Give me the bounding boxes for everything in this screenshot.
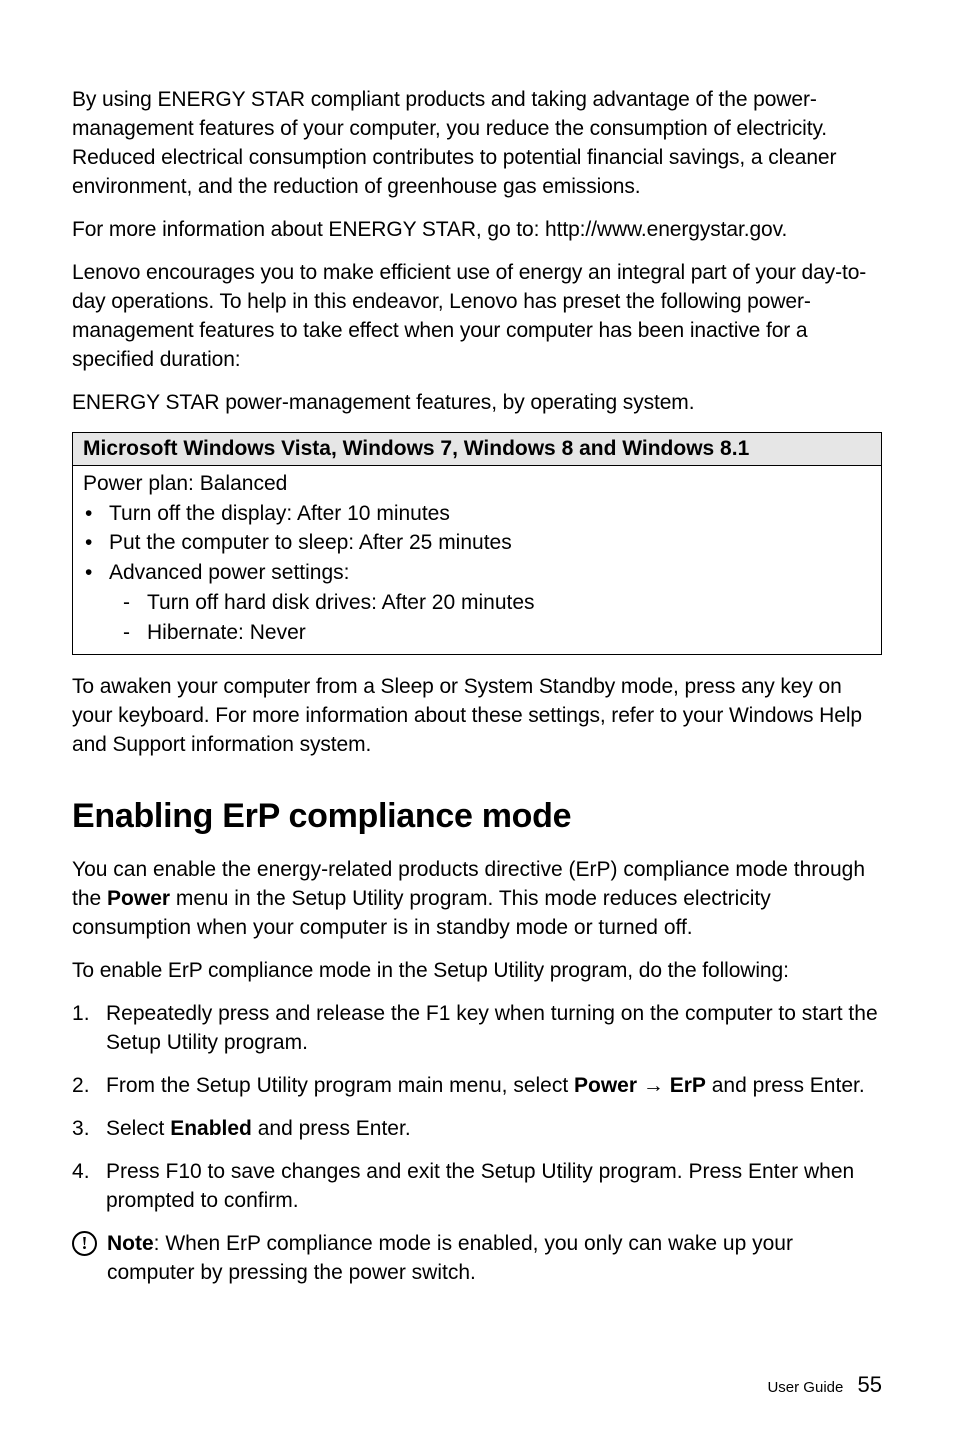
table-body: Power plan: Balanced Turn off the displa… [73,466,881,654]
step-item: Press F10 to save changes and exit the S… [72,1158,882,1216]
note-text: Note: When ErP compliance mode is enable… [107,1230,882,1288]
inline-bold: Power [574,1074,637,1097]
step-text: Select [106,1117,170,1140]
step-text: From the Setup Utility program main menu… [106,1074,574,1097]
footer-label: User Guide [767,1379,843,1396]
intro-text: menu in the Setup Utility program. This … [72,887,771,939]
step-item: From the Setup Utility program main menu… [72,1072,882,1101]
page-number: 55 [858,1372,882,1397]
step-text: and press Enter. [252,1117,411,1140]
feature-item: Turn off the display: After 10 minutes [83,499,871,529]
step-item: Select Enabled and press Enter. [72,1115,882,1144]
section-heading: Enabling ErP compliance mode [72,797,882,836]
arrow-icon: → [637,1074,670,1097]
steps-list: Repeatedly press and release the F1 key … [72,1000,882,1216]
power-features-table: Microsoft Windows Vista, Windows 7, Wind… [72,432,882,655]
feature-item: Put the computer to sleep: After 25 minu… [83,528,871,558]
inline-bold: Enabled [170,1117,252,1140]
table-header: Microsoft Windows Vista, Windows 7, Wind… [73,433,881,466]
note-label: Note [107,1232,154,1255]
erp-lead: To enable ErP compliance mode in the Set… [72,957,882,986]
body-paragraph: ENERGY STAR power-management features, b… [72,389,882,418]
body-paragraph: Lenovo encourages you to make efficient … [72,259,882,375]
step-item: Repeatedly press and release the F1 key … [72,1000,882,1058]
feature-item: Advanced power settings: Turn off hard d… [83,558,871,647]
feature-item-label: Advanced power settings: [109,561,349,584]
body-paragraph: By using ENERGY STAR compliant products … [72,86,882,202]
power-plan-line: Power plan: Balanced [83,469,871,499]
feature-subitem: Hibernate: Never [109,618,871,648]
inline-bold: Power [107,887,170,910]
note-callout: ! Note: When ErP compliance mode is enab… [72,1230,882,1288]
step-text: and press Enter. [706,1074,865,1097]
body-paragraph: For more information about ENERGY STAR, … [72,216,882,245]
inline-bold: ErP [670,1074,706,1097]
alert-icon: ! [72,1231,97,1256]
feature-subitem: Turn off hard disk drives: After 20 minu… [109,588,871,618]
page-footer: User Guide 55 [767,1372,882,1398]
note-body: : When ErP compliance mode is enabled, y… [107,1232,793,1284]
body-paragraph: To awaken your computer from a Sleep or … [72,673,882,760]
erp-intro: You can enable the energy-related produc… [72,856,882,943]
